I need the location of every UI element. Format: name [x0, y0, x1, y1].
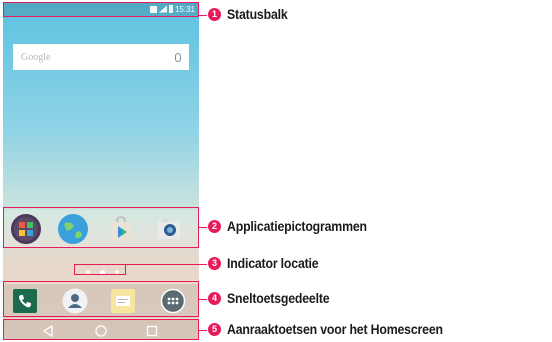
callout-quick-keys: 4 Sneltoetsgedeelte — [208, 290, 343, 306]
app-icons-highlight — [3, 207, 199, 248]
leader-line — [199, 15, 207, 16]
callout-touch-keys: 5 Aanraaktoetsen voor het Homescreen — [208, 321, 472, 337]
indicator-highlight — [74, 264, 126, 275]
callout-number: 3 — [208, 256, 221, 270]
callout-label: Aanraaktoetsen voor het Homescreen — [227, 321, 443, 337]
leader-line — [199, 299, 207, 300]
callout-number: 5 — [208, 322, 221, 336]
quick-keys-highlight — [3, 281, 199, 317]
callout-number: 1 — [208, 7, 221, 21]
callout-label: Sneltoetsgedeelte — [227, 290, 330, 306]
leader-line — [199, 227, 207, 228]
leader-line — [199, 330, 207, 331]
search-label: Google — [21, 51, 51, 63]
callout-label: Applicatiepictogrammen — [227, 218, 367, 234]
google-search-bar[interactable]: Google — [13, 44, 189, 70]
callout-label: Indicator locatie — [227, 255, 319, 271]
touch-keys-highlight — [3, 319, 199, 340]
microphone-icon[interactable] — [175, 52, 181, 62]
callout-number: 2 — [208, 219, 221, 233]
callout-statusbar: 1 Statusbalk — [208, 6, 296, 22]
callout-indicator: 3 Indicator locatie — [208, 255, 331, 271]
callout-label: Statusbalk — [227, 6, 288, 22]
statusbar-highlight — [3, 2, 199, 17]
callout-number: 4 — [208, 291, 221, 305]
callout-app-icons: 2 Applicatiepictogrammen — [208, 218, 386, 234]
leader-line — [126, 264, 207, 265]
